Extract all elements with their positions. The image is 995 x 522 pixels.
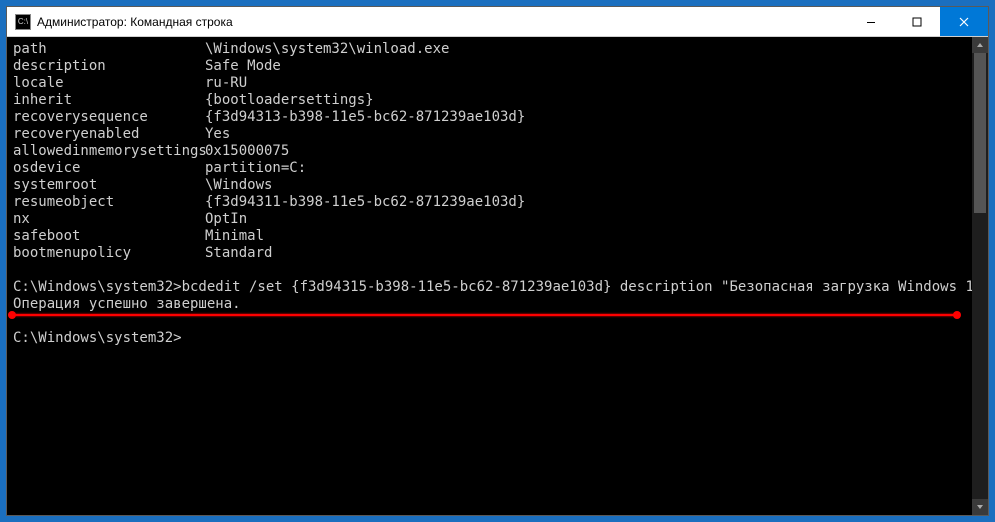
output-key: resumeobject: [13, 194, 205, 211]
output-value: Standard: [205, 245, 272, 262]
output-value: Minimal: [205, 228, 264, 245]
output-key: description: [13, 58, 205, 75]
output-value: {f3d94311-b398-11e5-bc62-871239ae103d}: [205, 194, 525, 211]
output-row: inherit{bootloadersettings}: [13, 92, 966, 109]
output-value: OptIn: [205, 211, 247, 228]
output-value: 0x15000075: [205, 143, 289, 160]
output-value: partition=C:: [205, 160, 306, 177]
output-value: \Windows\system32\winload.exe: [205, 41, 449, 58]
output-key: allowedinmemorysettings: [13, 143, 205, 160]
close-button[interactable]: [940, 7, 988, 36]
output-key: bootmenupolicy: [13, 245, 205, 262]
output-row: path\Windows\system32\winload.exe: [13, 41, 966, 58]
client-area: path\Windows\system32\winload.exedescrip…: [7, 37, 988, 515]
title-bar[interactable]: C:\ Администратор: Командная строка: [7, 7, 988, 37]
output-row: localeru-RU: [13, 75, 966, 92]
output-value: {f3d94313-b398-11e5-bc62-871239ae103d}: [205, 109, 525, 126]
output-row: systemroot\Windows: [13, 177, 966, 194]
vertical-scrollbar[interactable]: [972, 37, 988, 515]
output-row: safebootMinimal: [13, 228, 966, 245]
command-prompt-window: C:\ Администратор: Командная строка path…: [6, 6, 989, 516]
output-key: recoverysequence: [13, 109, 205, 126]
console-output[interactable]: path\Windows\system32\winload.exedescrip…: [7, 37, 972, 515]
window-title: Администратор: Командная строка: [37, 15, 233, 29]
output-row: resumeobject{f3d94311-b398-11e5-bc62-871…: [13, 194, 966, 211]
output-row: recoveryenabledYes: [13, 126, 966, 143]
maximize-button[interactable]: [894, 7, 940, 36]
output-key: safeboot: [13, 228, 205, 245]
scroll-track[interactable]: [972, 53, 988, 499]
output-value: Safe Mode: [205, 58, 281, 75]
prompt-line[interactable]: C:\Windows\system32>: [13, 330, 966, 347]
output-key: nx: [13, 211, 205, 228]
output-key: inherit: [13, 92, 205, 109]
output-value: Yes: [205, 126, 230, 143]
output-row: nxOptIn: [13, 211, 966, 228]
window-controls: [848, 7, 988, 36]
minimize-button[interactable]: [848, 7, 894, 36]
output-key: recoveryenabled: [13, 126, 205, 143]
blank-line: [13, 262, 966, 279]
output-key: path: [13, 41, 205, 58]
output-value: \Windows: [205, 177, 272, 194]
output-row: descriptionSafe Mode: [13, 58, 966, 75]
annotation-underline: [11, 314, 958, 316]
output-key: osdevice: [13, 160, 205, 177]
output-value: ru-RU: [205, 75, 247, 92]
scroll-thumb[interactable]: [974, 53, 986, 213]
output-key: systemroot: [13, 177, 205, 194]
scroll-down-button[interactable]: [972, 499, 988, 515]
output-row: recoverysequence{f3d94313-b398-11e5-bc62…: [13, 109, 966, 126]
command-line: C:\Windows\system32>bcdedit /set {f3d943…: [13, 279, 966, 296]
cmd-icon: C:\: [15, 14, 31, 30]
output-row: osdevicepartition=C:: [13, 160, 966, 177]
scroll-up-button[interactable]: [972, 37, 988, 53]
result-line: Операция успешно завершена.: [13, 296, 966, 313]
output-key: locale: [13, 75, 205, 92]
output-value: {bootloadersettings}: [205, 92, 374, 109]
output-row: bootmenupolicyStandard: [13, 245, 966, 262]
output-row: allowedinmemorysettings0x15000075: [13, 143, 966, 160]
